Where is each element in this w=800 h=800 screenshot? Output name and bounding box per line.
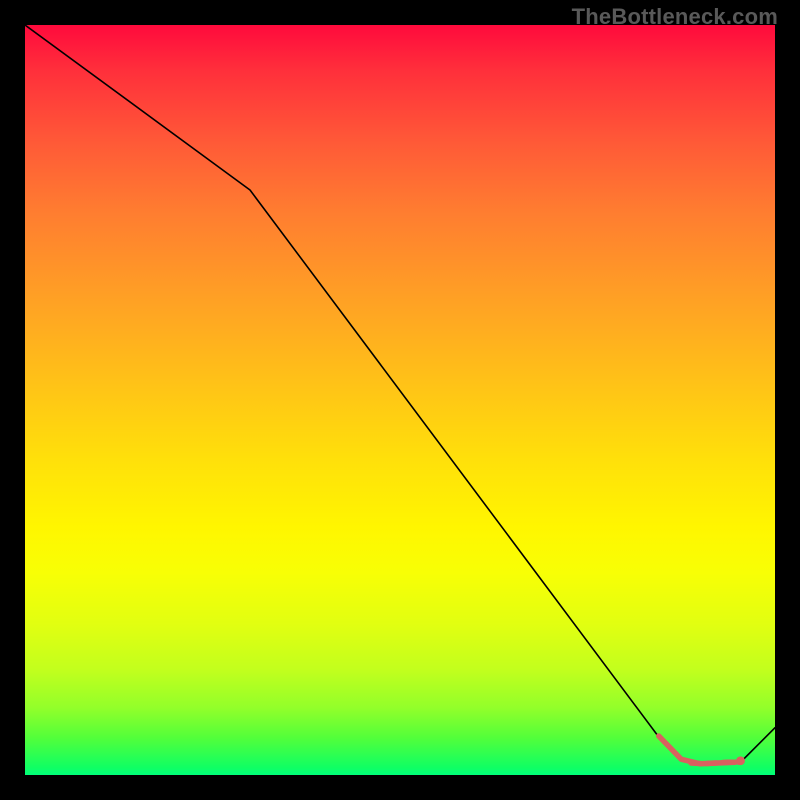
highlight-dot [736, 756, 745, 765]
highlight-dashes [691, 762, 741, 764]
chart-frame: TheBottleneck.com [0, 0, 800, 800]
plot-area [25, 25, 775, 775]
highlight-segment [659, 736, 736, 764]
main-curve [25, 25, 775, 765]
chart-svg [25, 25, 775, 775]
